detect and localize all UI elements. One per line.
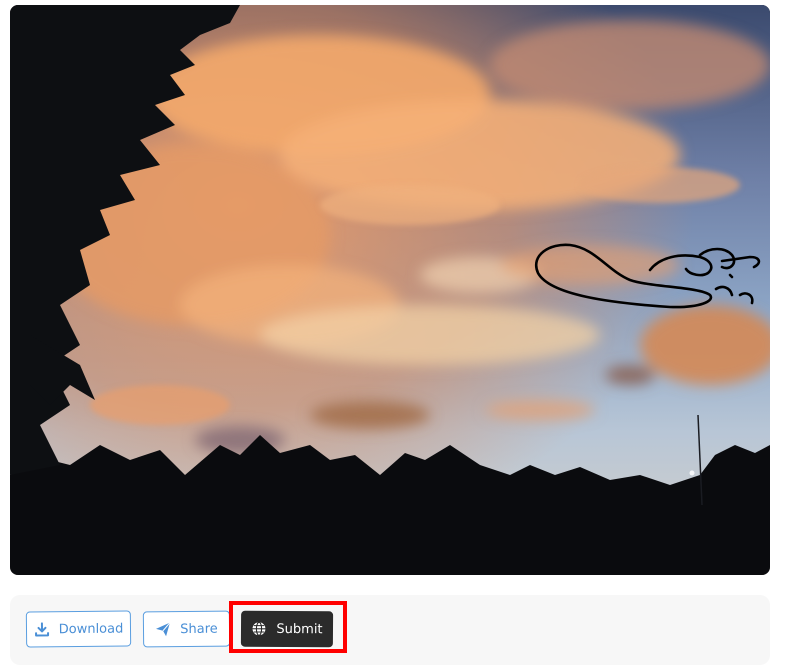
submit-label: Submit — [276, 621, 322, 636]
sunset-photo — [10, 5, 770, 575]
share-label: Share — [180, 621, 218, 636]
submit-button[interactable]: Submit — [241, 611, 333, 648]
send-icon — [155, 621, 171, 637]
download-label: Download — [59, 621, 124, 637]
download-button[interactable]: Download — [26, 610, 131, 647]
globe-icon — [251, 621, 267, 637]
sunset-photo-image — [10, 5, 770, 575]
download-icon — [34, 621, 50, 637]
action-toolbar: Download Share Submit — [10, 595, 770, 665]
share-button[interactable]: Share — [143, 611, 230, 648]
